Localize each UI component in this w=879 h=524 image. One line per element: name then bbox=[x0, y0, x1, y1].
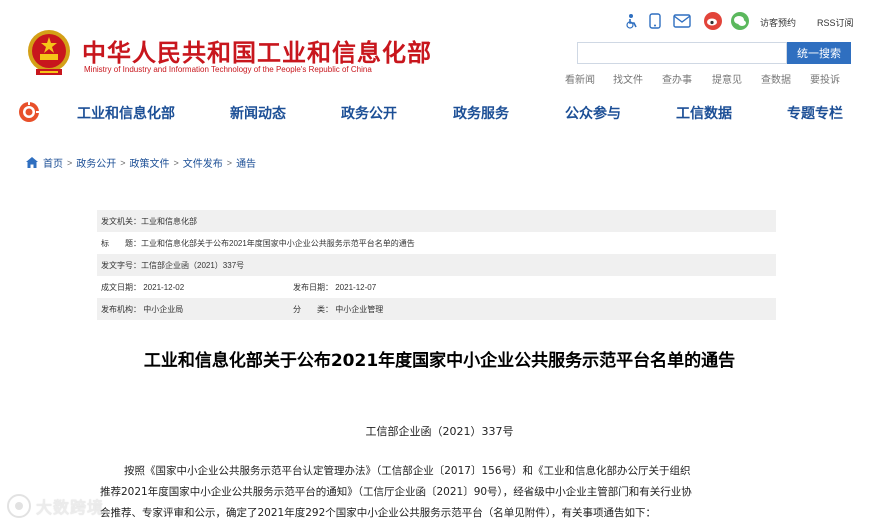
meta-org-key: 发布机构： bbox=[101, 304, 141, 314]
weibo-icon[interactable] bbox=[704, 12, 722, 30]
nav-item-open-gov[interactable]: 政务公开 bbox=[341, 103, 397, 123]
meta-row-org: 发布机构： 中小企业局 分 类： 中小企业管理 bbox=[97, 298, 776, 320]
national-emblem-icon[interactable] bbox=[26, 27, 72, 79]
breadcrumb-separator: > bbox=[120, 157, 126, 168]
meta-title-key: 标 题： bbox=[101, 238, 141, 248]
document-title: 工业和信息化部关于公布2021年度国家中小企业公共服务示范平台名单的通告 bbox=[143, 351, 736, 371]
rss-link[interactable]: RSS订阅 bbox=[817, 16, 854, 29]
quick-link-services[interactable]: 查办事 bbox=[662, 71, 692, 86]
meta-row-dates: 成文日期： 2021-12-02 发布日期： 2021-12-07 bbox=[97, 276, 776, 298]
document-paragraph: 按照《国家中小企业公共服务示范平台认定管理办法》（工信部企业〔2017〕156号… bbox=[100, 461, 780, 524]
site-subtitle: Ministry of Industry and Information Tec… bbox=[84, 65, 372, 74]
meta-title-value: 工业和信息化部关于公布2021年度国家中小企业公共服务示范平台名单的通告 bbox=[141, 238, 415, 248]
meta-row-title: 标 题： 工业和信息化部关于公布2021年度国家中小企业公共服务示范平台名单的通… bbox=[97, 232, 776, 254]
breadcrumb-releases[interactable]: 文件发布 bbox=[183, 155, 223, 170]
meta-issuer-key: 发文机关： bbox=[101, 216, 141, 226]
meta-written-value: 2021-12-02 bbox=[143, 282, 185, 292]
search-input[interactable] bbox=[577, 42, 787, 64]
nav-item-news[interactable]: 新闻动态 bbox=[230, 103, 286, 123]
meta-written-key: 成文日期： bbox=[101, 282, 141, 292]
quick-link-data[interactable]: 查数据 bbox=[761, 71, 791, 86]
watermark-text: 大数跨境 bbox=[36, 498, 105, 517]
breadcrumb-separator: > bbox=[226, 157, 233, 168]
breadcrumb-home[interactable]: 首页 bbox=[43, 155, 63, 170]
breadcrumb-separator: > bbox=[173, 157, 179, 168]
home-icon[interactable] bbox=[26, 157, 38, 168]
main-nav: 工业和信息化部 新闻动态 政务公开 政务服务 公众参与 工信数据 专题专栏 bbox=[0, 92, 879, 132]
breadcrumb-policy[interactable]: 政策文件 bbox=[130, 155, 170, 170]
meta-docno-key: 发文字号： bbox=[101, 260, 141, 270]
meta-row-issuer: 发文机关： 工业和信息化部 bbox=[97, 210, 776, 232]
mail-icon[interactable] bbox=[673, 12, 691, 30]
wechat-icon[interactable] bbox=[731, 12, 749, 30]
document-metadata-table: 发文机关： 工业和信息化部 标 题： 工业和信息化部关于公布2021年度国家中小… bbox=[97, 210, 776, 320]
meta-docno-value: 工信部企业函（2021）337号 bbox=[141, 260, 245, 270]
nav-item-data[interactable]: 工信数据 bbox=[676, 103, 732, 123]
breadcrumb-notice[interactable]: 通告 bbox=[236, 155, 256, 170]
breadcrumb-separator: > bbox=[67, 157, 73, 168]
accessibility-icon[interactable] bbox=[622, 12, 640, 30]
meta-category-key: 分 类： bbox=[293, 304, 333, 314]
meta-org-value: 中小企业局 bbox=[143, 304, 184, 314]
nav-item-topics[interactable]: 专题专栏 bbox=[787, 103, 843, 123]
paragraph-line: 按照《国家中小企业公共服务示范平台认定管理办法》（工信部企业〔2017〕156号… bbox=[124, 465, 691, 477]
paragraph-line: 会推荐、专家评审和公示，确定了2021年度292个国家中小企业公共服务示范平台（… bbox=[100, 507, 657, 519]
quick-link-complaint[interactable]: 要投诉 bbox=[810, 71, 840, 86]
nav-item-ministry[interactable]: 工业和信息化部 bbox=[77, 103, 175, 123]
quick-link-files[interactable]: 找文件 bbox=[613, 71, 643, 86]
mobile-icon[interactable] bbox=[646, 12, 664, 30]
miit-logo-icon[interactable] bbox=[18, 101, 40, 123]
site-header: 中华人民共和国工业和信息化部 Ministry of Industry and … bbox=[0, 0, 879, 92]
quick-link-news[interactable]: 看新闻 bbox=[565, 71, 595, 86]
watermark: 大数跨境 bbox=[6, 491, 126, 521]
nav-item-participation[interactable]: 公众参与 bbox=[565, 103, 621, 123]
meta-category-value: 中小企业管理 bbox=[335, 304, 384, 314]
breadcrumb-open-gov[interactable]: 政务公开 bbox=[76, 155, 116, 170]
quick-link-feedback[interactable]: 提意见 bbox=[712, 71, 742, 86]
meta-published-key: 发布日期： bbox=[293, 282, 333, 292]
document-number: 工信部企业函（2021）337号 bbox=[365, 425, 514, 438]
nav-item-services[interactable]: 政务服务 bbox=[453, 103, 509, 123]
visitor-booking-link[interactable]: 访客预约 bbox=[760, 16, 796, 29]
breadcrumb: 首页 > 政务公开 > 政策文件 > 文件发布 > 通告 bbox=[26, 155, 256, 170]
meta-published-value: 2021-12-07 bbox=[335, 282, 377, 292]
meta-row-docno: 发文字号： 工信部企业函（2021）337号 bbox=[97, 254, 776, 276]
search-button[interactable]: 统一搜索 bbox=[787, 42, 851, 64]
meta-issuer-value: 工业和信息化部 bbox=[141, 216, 197, 226]
paragraph-line: 推荐2021年度国家中小企业公共服务示范平台的通知》（工信厅企业函〔2021〕9… bbox=[100, 486, 692, 498]
watermark-logo-icon bbox=[7, 494, 31, 518]
site-title[interactable]: 中华人民共和国工业和信息化部 bbox=[82, 33, 432, 68]
